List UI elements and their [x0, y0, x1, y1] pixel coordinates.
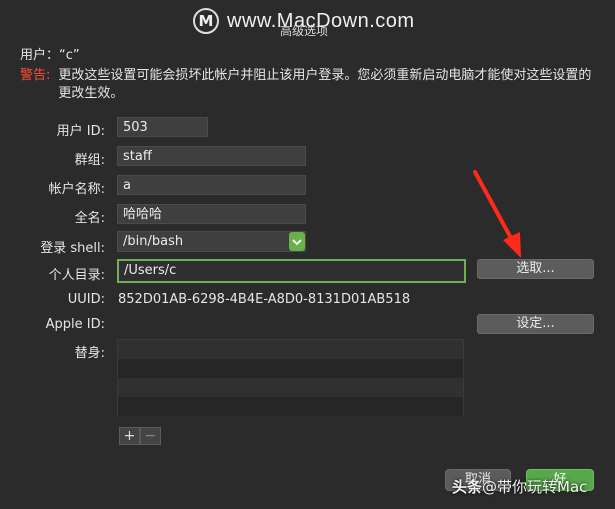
annotation-arrow-icon — [473, 170, 521, 258]
